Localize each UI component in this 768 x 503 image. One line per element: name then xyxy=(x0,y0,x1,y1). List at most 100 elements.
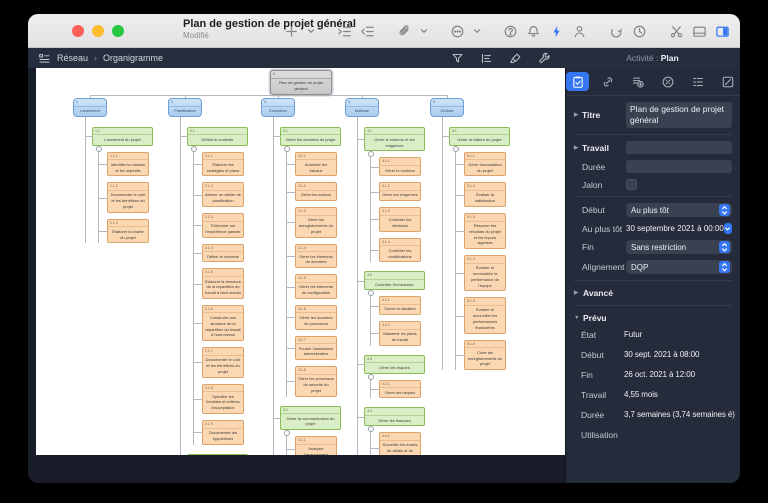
group-node[interactable]: 2.1Définir le contexte xyxy=(187,127,248,146)
progress-tab[interactable] xyxy=(657,72,680,91)
task-node[interactable]: 5.1.6Clore les enregistrements du projet xyxy=(464,340,506,370)
group-node[interactable]: 4.3Gérer les risques xyxy=(364,355,425,374)
close-window-button[interactable] xyxy=(72,25,84,37)
task-node[interactable]: 4.4.1Surveiller les écarts de délais et … xyxy=(379,432,421,455)
task-node[interactable]: 2.1.7Documenter le coût et les bénéfices… xyxy=(202,347,244,377)
task-node[interactable]: 5.1.5Évaluer et réconcilier les performa… xyxy=(464,297,506,333)
flash-icon[interactable] xyxy=(549,24,564,39)
task-node[interactable]: 3.1.4Gérer les éléments de données xyxy=(295,244,337,269)
cost-tab[interactable] xyxy=(626,72,649,91)
group-node[interactable]: 2.2Documenter les plans d'appui au proje… xyxy=(187,454,248,455)
titre-disclosure-icon[interactable]: ▶ xyxy=(574,112,579,118)
task-node[interactable]: 5.1.4Évaluer et reconnaître la performan… xyxy=(464,255,506,291)
group-node[interactable]: 3.1Gérer les données du projet xyxy=(280,127,341,146)
prevu-section-header[interactable]: ▼Prévu xyxy=(574,313,732,323)
clock-icon[interactable] xyxy=(632,24,647,39)
indent-icon[interactable] xyxy=(337,24,352,39)
prevu-disclosure-icon[interactable]: ▼ xyxy=(574,315,579,321)
style-brush-icon[interactable] xyxy=(509,52,522,65)
fin-select[interactable]: Sans restriction xyxy=(626,240,732,254)
titre-field[interactable]: Plan de gestion de projet général xyxy=(626,102,732,128)
task-node[interactable]: 5.1.2Évaluer la satisfaction xyxy=(464,182,506,207)
task-node[interactable]: 2.1.9Documenter les hypothèses xyxy=(202,420,244,445)
debut-select[interactable]: Au plus tôt xyxy=(626,203,732,217)
user-icon[interactable] xyxy=(572,24,587,39)
task-node[interactable]: 3.1.3Gérer les enregistrements du projet xyxy=(295,207,337,237)
task-node[interactable]: 1.1.3Élaborer la charte du projet xyxy=(107,219,149,244)
view-icon[interactable] xyxy=(38,52,51,65)
phase-node[interactable]: 4Maîtrise xyxy=(345,98,379,117)
task-node[interactable]: 4.1.2Gérer les exigences xyxy=(379,182,421,201)
task-node[interactable]: 3.1.5Gérer les éléments de configuration xyxy=(295,274,337,299)
task-node[interactable]: 3.1.2Gérer les actions xyxy=(295,182,337,201)
task-node[interactable]: 4.1.4Contrôler les modifications xyxy=(379,238,421,263)
settings-wrench-icon[interactable] xyxy=(538,52,551,65)
stepper-icon[interactable] xyxy=(719,261,730,273)
task-node[interactable]: 5.1.1Gérer l'acceptation du projet xyxy=(464,152,506,177)
attach-chevron-icon[interactable] xyxy=(420,27,428,35)
task-node[interactable]: 2.1.6Construire une structure de la répa… xyxy=(202,305,244,341)
chart-canvas[interactable]: 0 Plan de gestion de projet général 1Lan… xyxy=(36,68,565,455)
travail-disclosure-icon[interactable]: ▶ xyxy=(574,145,579,151)
avance-section-header[interactable]: ▶Avancé xyxy=(574,288,732,298)
task-node[interactable]: 1.1.2Documenter le coût et les bénéfices… xyxy=(107,182,149,212)
task-node[interactable]: 3.1.8Gérer les processus de sécurité du … xyxy=(295,366,337,396)
lists-tab[interactable] xyxy=(687,72,710,91)
jalon-checkbox[interactable] xyxy=(626,179,637,190)
task-node[interactable]: 2.1.3S'informer sur l'expérience passée xyxy=(202,213,244,238)
phase-node[interactable]: 2Planification xyxy=(168,98,202,117)
cut-scissors-icon[interactable] xyxy=(669,24,684,39)
task-node[interactable]: 1.1.1Identifier la mission et les object… xyxy=(107,152,149,177)
phase-node[interactable]: 5Clôture xyxy=(430,98,464,117)
filter-icon[interactable] xyxy=(451,52,464,65)
alignement-select[interactable]: DQP xyxy=(626,260,732,274)
minimize-window-button[interactable] xyxy=(92,25,104,37)
task-node[interactable]: 5.1.3Résumer les résultats du projet et … xyxy=(464,213,506,249)
add-icon[interactable] xyxy=(284,24,299,39)
task-node[interactable]: 4.3.1Gérer les risques xyxy=(379,380,421,399)
task-node[interactable]: 3.2.1Analyser l'avancement xyxy=(295,436,337,455)
task-node[interactable]: 3.1.7Fournir l'assistance administrative xyxy=(295,336,337,361)
task-node[interactable]: 2.1.4Définir le contexte xyxy=(202,244,244,263)
avance-disclosure-icon[interactable]: ▶ xyxy=(574,290,579,296)
task-node[interactable]: 4.2.2Maintenir les plans de travail xyxy=(379,321,421,346)
task-node[interactable]: 3.1.1Autoriser les travaux xyxy=(295,152,337,177)
panel-right-icon[interactable] xyxy=(715,24,730,39)
group-node[interactable]: 1.1Lancement du projet xyxy=(92,127,153,146)
group-node[interactable]: 5.1Gérer la clôture du projet xyxy=(449,127,510,146)
notifications-bell-icon[interactable] xyxy=(526,24,541,39)
task-node[interactable]: 4.1.3Contrôler les décisions xyxy=(379,207,421,232)
task-node[interactable]: 4.1.1Gérer le contenu xyxy=(379,157,421,176)
panel-bottom-icon[interactable] xyxy=(692,24,707,39)
outdent-icon[interactable] xyxy=(360,24,375,39)
help-icon[interactable] xyxy=(503,24,518,39)
more-chevron-icon[interactable] xyxy=(473,27,481,35)
stepper-icon[interactable] xyxy=(719,241,730,253)
more-circle-icon[interactable] xyxy=(450,24,465,39)
add-chevron-icon[interactable] xyxy=(307,27,315,35)
task-node[interactable]: 2.1.5Élaborer la structure de la réparti… xyxy=(202,268,244,298)
zoom-window-button[interactable] xyxy=(112,25,124,37)
sync-icon[interactable] xyxy=(609,24,624,39)
group-node[interactable]: 4.4Gérer les finances xyxy=(364,407,425,426)
info-tab[interactable] xyxy=(566,72,589,91)
task-node[interactable]: 2.1.1Élaborer les stratégies et plans xyxy=(202,152,244,177)
group-node[interactable]: 4.1Gérer le contenu et les exigences xyxy=(364,127,425,152)
notes-tab[interactable] xyxy=(717,72,740,91)
duree-field[interactable] xyxy=(626,160,732,173)
stepper-icon[interactable] xyxy=(719,204,730,216)
breadcrumb-root[interactable]: Réseau xyxy=(57,53,88,63)
task-node[interactable]: 2.1.2Animer un atelier de planification xyxy=(202,182,244,207)
au-plus-tot-value[interactable]: 30 septembre 2021 à 00:00 xyxy=(626,224,724,233)
group-node[interactable]: 3.2Gérer la communication du projet xyxy=(280,406,341,431)
phase-node[interactable]: 3Exécution xyxy=(261,98,295,117)
date-chevron-icon[interactable] xyxy=(724,223,732,234)
task-node[interactable]: 4.2.1Suivre la situation xyxy=(379,296,421,315)
breadcrumb-view[interactable]: Organigramme xyxy=(103,53,163,63)
task-node[interactable]: 2.1.8Spécifier les livrables et critères… xyxy=(202,384,244,414)
outline-icon[interactable] xyxy=(480,52,493,65)
group-node[interactable]: 4.2Contrôler l'échéancier xyxy=(364,271,425,290)
attach-icon[interactable] xyxy=(397,24,412,39)
travail-field[interactable] xyxy=(626,141,732,154)
task-node[interactable]: 3.1.6Gérer les données de processus xyxy=(295,305,337,330)
